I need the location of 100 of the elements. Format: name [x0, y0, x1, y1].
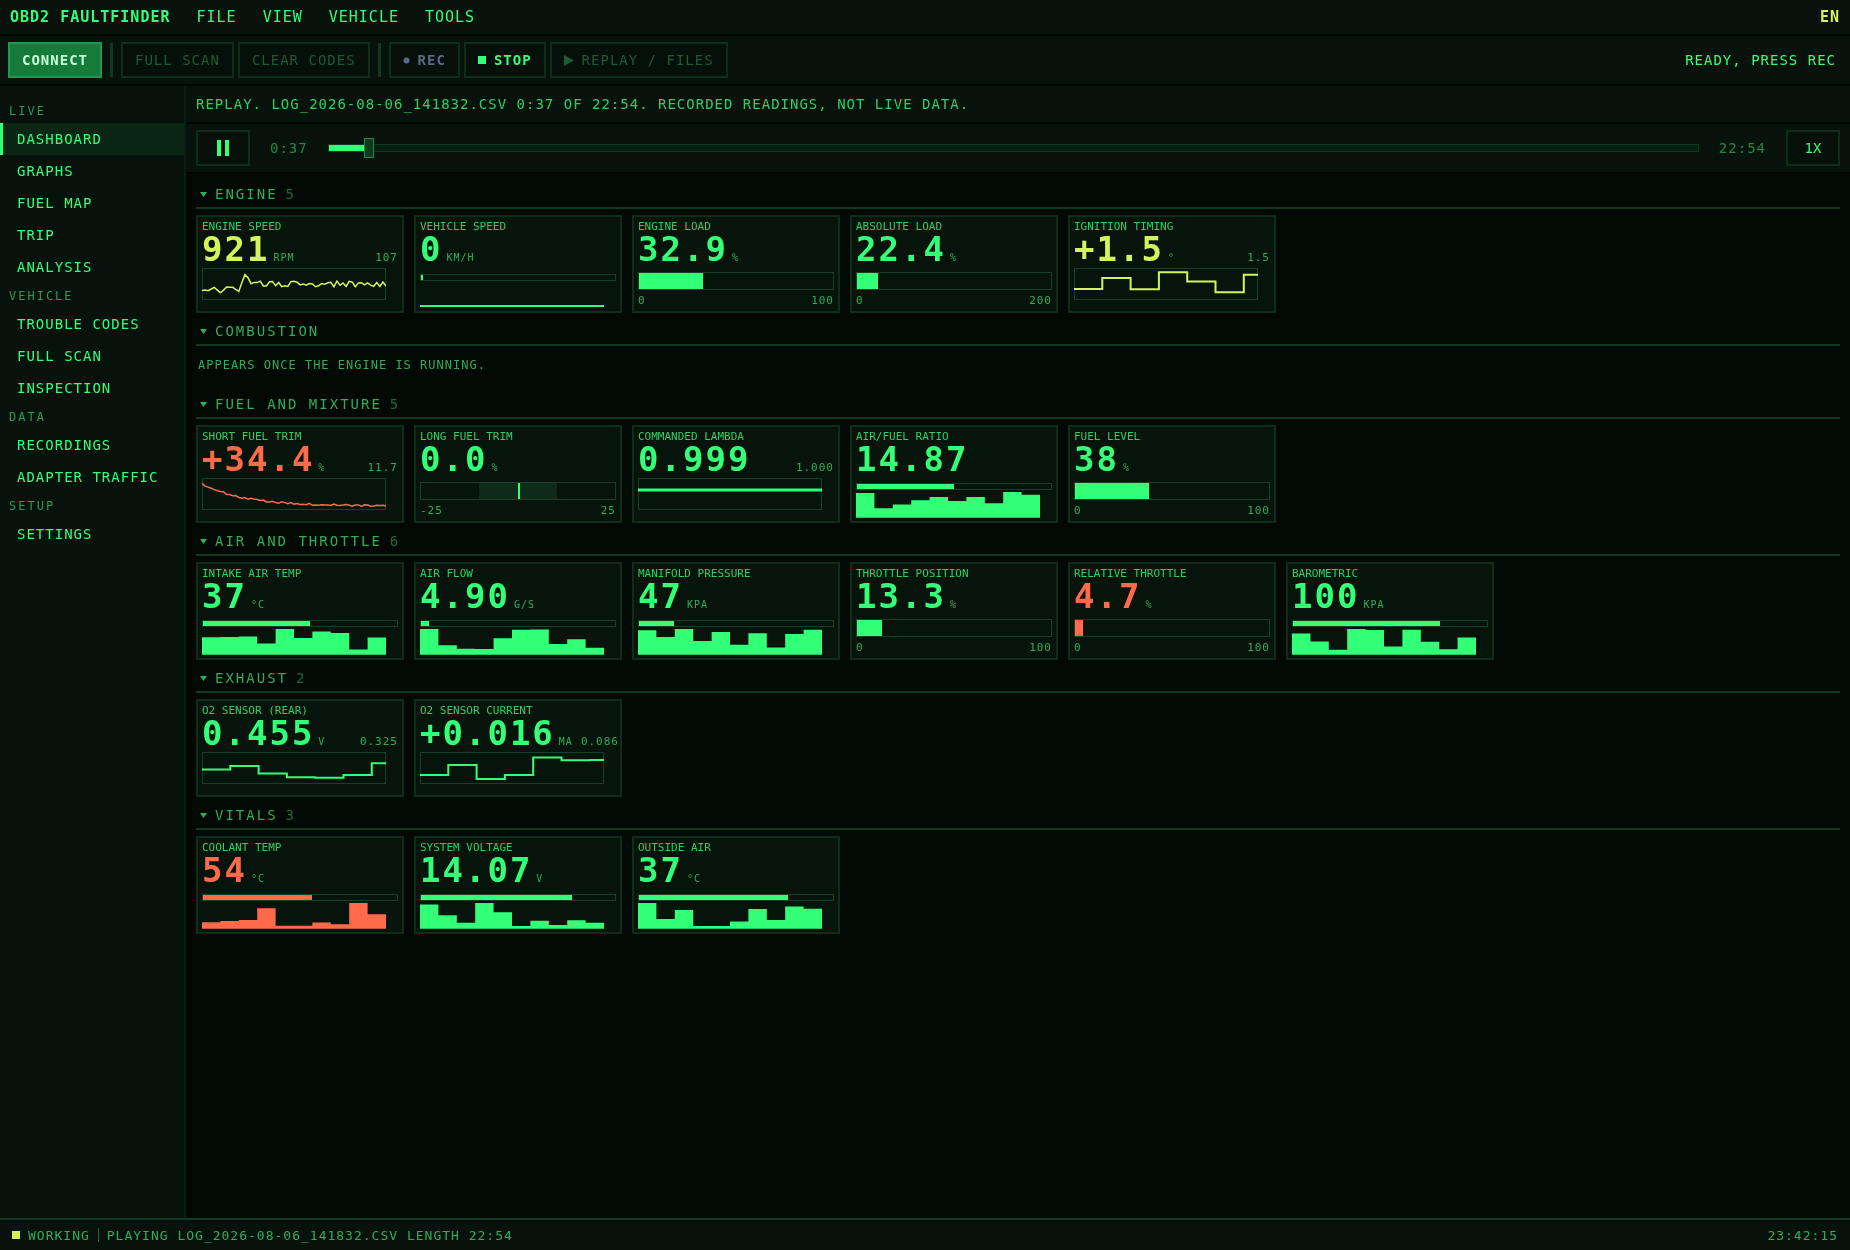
- metric-label: THROTTLE POSITION: [856, 567, 970, 580]
- scale-max: 25: [600, 504, 616, 517]
- sidebar-heading: DATA: [8, 409, 47, 426]
- metric-value: 22.4: [856, 233, 946, 265]
- menu-item[interactable]: FILE: [196, 8, 237, 26]
- metric-label: SHORT FUEL TRIM: [202, 430, 303, 443]
- scale-min: 0: [638, 294, 646, 307]
- metric-reading: 0.325: [359, 735, 398, 748]
- metric-unit: V: [536, 873, 544, 884]
- scale-min: 0: [856, 641, 864, 654]
- section-count: 5: [285, 186, 296, 202]
- metric-label: COMMANDED LAMBDA: [638, 430, 745, 443]
- metric-label: O2 SENSOR CURRENT: [420, 704, 534, 717]
- stop-icon: [477, 56, 486, 64]
- metric-value: 38: [1074, 443, 1119, 475]
- metric-reading: 107: [375, 251, 398, 264]
- metric-label: INTAKE AIR TEMP: [202, 567, 303, 580]
- metric-value: +1.5: [1074, 233, 1164, 265]
- toolbar-button[interactable]: REC: [388, 42, 460, 78]
- metric-unit: %: [491, 462, 499, 473]
- scale-max: 100: [1247, 504, 1270, 517]
- metric-value: 47: [638, 580, 683, 612]
- metric-value: 0.0: [420, 443, 488, 475]
- metric-value: 4.7: [1074, 580, 1142, 612]
- metric-unit: KPA: [686, 599, 708, 610]
- status-message: PLAYING LOG_2026-08-06_141832.CSV LENGTH 22:54: [106, 1227, 513, 1243]
- metric-unit: V: [318, 736, 326, 747]
- sidebar-item[interactable]: TRIP: [0, 219, 184, 251]
- section-title: FUEL AND MIXTURE: [215, 396, 382, 412]
- section-count: 5: [389, 396, 401, 412]
- seek-slider[interactable]: [327, 138, 1699, 158]
- scale-max: 100: [1247, 641, 1270, 654]
- toolbar-button[interactable]: STOP: [463, 42, 546, 78]
- speed-button[interactable]: 1X: [1786, 130, 1840, 166]
- metric-value: 921: [202, 233, 270, 265]
- play-icon: [563, 54, 574, 66]
- scale-max: 100: [811, 294, 834, 307]
- replay-banner: REPLAY. LOG_2026-08-06_141832.CSV 0:37 OF 22:54. RECORDED READINGS, NOT LIVE DATA.: [186, 86, 1850, 124]
- metric-value: 14.07: [420, 854, 533, 886]
- status-state: WORKING: [28, 1227, 90, 1243]
- sidebar-item[interactable]: FULL SCAN: [0, 340, 184, 372]
- metric-value: 37: [638, 854, 683, 886]
- metric-label: COOLANT TEMP: [202, 841, 283, 854]
- caret-icon[interactable]: [200, 812, 207, 818]
- status-time: 23:42:15: [1767, 1227, 1838, 1243]
- metric-unit: RPM: [273, 252, 295, 263]
- sidebar-item[interactable]: SETTINGS: [0, 518, 184, 550]
- metric-value: 4.90: [420, 580, 510, 612]
- metric-reading: 1.000: [795, 461, 834, 474]
- sidebar-heading: SETUP: [8, 498, 57, 515]
- caret-icon[interactable]: [200, 328, 207, 334]
- caret-icon[interactable]: [200, 675, 207, 681]
- scale-min: 0: [856, 294, 864, 307]
- metric-unit: %: [731, 252, 739, 263]
- metric-unit: °C: [250, 599, 265, 610]
- metric-label: ENGINE LOAD: [638, 220, 712, 233]
- section-title: AIR AND THROTTLE: [215, 533, 382, 549]
- section-count: 3: [285, 807, 296, 823]
- sidebar-item[interactable]: TROUBLE CODES: [0, 308, 184, 340]
- metric-label: AIR/FUEL RATIO: [856, 430, 950, 443]
- toolbar-button[interactable]: CONNECT: [8, 42, 102, 78]
- menu-item[interactable]: VIEW: [262, 8, 303, 26]
- metric-unit: °C: [686, 873, 701, 884]
- sidebar-item[interactable]: FUEL MAP: [0, 187, 184, 219]
- section-title: COMBUSTION: [215, 323, 320, 339]
- sidebar-item[interactable]: ANALYSIS: [0, 251, 184, 283]
- pause-icon: [216, 140, 230, 156]
- section-count: 6: [389, 533, 401, 549]
- working-indicator-icon: [12, 1231, 20, 1239]
- sidebar-item[interactable]: GRAPHS: [0, 155, 184, 187]
- metric-unit: %: [949, 599, 957, 610]
- metric-value: 14.87: [856, 443, 969, 475]
- sidebar-item[interactable]: RECORDINGS: [0, 429, 184, 461]
- caret-icon[interactable]: [200, 191, 207, 197]
- metric-unit: KPA: [1363, 599, 1385, 610]
- menu-item[interactable]: TOOLS: [424, 8, 476, 26]
- metric-value: +34.4: [202, 443, 315, 475]
- section-title: VITALS: [215, 807, 278, 823]
- caret-icon[interactable]: [200, 538, 207, 544]
- metric-unit: %: [318, 462, 326, 473]
- metric-label: O2 SENSOR (REAR): [202, 704, 309, 717]
- sidebar-item[interactable]: DASHBOARD: [0, 123, 184, 155]
- sidebar-item[interactable]: ADAPTER TRAFFIC: [0, 461, 184, 493]
- language-selector[interactable]: EN: [1819, 8, 1840, 26]
- menu-item[interactable]: VEHICLE: [328, 8, 399, 26]
- pause-button[interactable]: [196, 130, 250, 166]
- metric-label: IGNITION TIMING: [1074, 220, 1175, 233]
- sidebar-item[interactable]: INSPECTION: [0, 372, 184, 404]
- status-text: READY, PRESS REC: [1685, 52, 1836, 68]
- metric-unit: °C: [250, 873, 265, 884]
- metric-label: RELATIVE THROTTLE: [1074, 567, 1188, 580]
- metric-value: 0.999: [638, 443, 751, 475]
- caret-icon[interactable]: [200, 401, 207, 407]
- metric-value: 0.455: [202, 717, 315, 749]
- scale-min: 0: [1074, 641, 1082, 654]
- metric-unit: %: [1145, 599, 1153, 610]
- metric-value: 0: [420, 233, 443, 265]
- section-note: APPEARS ONCE THE ENGINE IS RUNNING.: [197, 357, 487, 374]
- metric-label: BAROMETRIC: [1292, 567, 1360, 580]
- sidebar-heading: LIVE: [8, 103, 47, 120]
